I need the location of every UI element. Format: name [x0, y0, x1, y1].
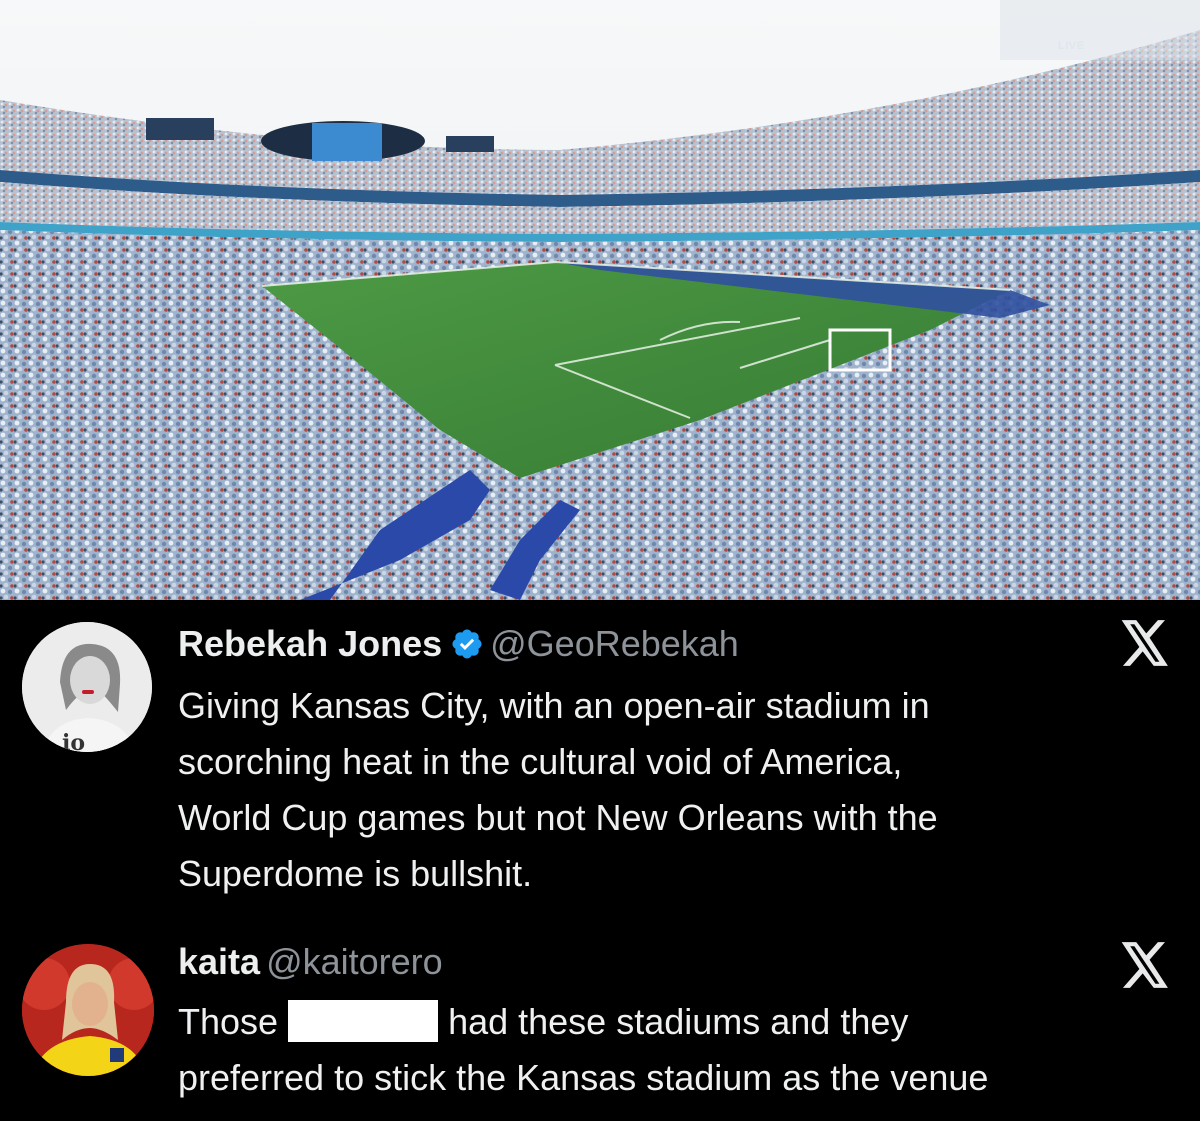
tweet-text-line: preferred to stick the Kansas stadium as… — [178, 1057, 989, 1098]
tweet-text-line: scorching heat in the cultural void of A… — [178, 741, 903, 782]
handle[interactable]: @GeoRebekah — [490, 623, 739, 664]
stadium-photo: LIVE — [0, 0, 1200, 600]
tweet[interactable]: kaita @kaitorero Those had these stadiums … — [0, 920, 1200, 1121]
tweet[interactable]: io Rebekah Jones @GeoRebekah Giving Kansa… — [0, 600, 1200, 900]
svg-text:io: io — [62, 730, 85, 752]
tweet-text: Those had these stadiums and they preferr… — [178, 994, 1178, 1106]
tweet-text-segment: Those — [178, 1001, 279, 1042]
x-logo-icon — [1121, 942, 1168, 988]
verified-badge-icon — [452, 629, 482, 659]
avatar[interactable] — [22, 944, 154, 1076]
display-name[interactable]: Rebekah Jones — [178, 623, 442, 664]
tweet-text-line: World Cup games but not New Orleans with… — [178, 797, 938, 838]
display-name[interactable]: kaita — [178, 941, 260, 982]
handle[interactable]: @kaitorero — [266, 941, 443, 982]
x-logo-icon — [1121, 620, 1168, 666]
tweet-header: Rebekah Jones @GeoRebekah — [178, 622, 739, 666]
tweet-text-segment: had these stadiums and they — [448, 1001, 909, 1042]
avatar[interactable]: io — [22, 622, 152, 752]
tweet-text-line: Those had these stadiums and they — [178, 994, 1178, 1050]
redaction-box — [288, 1000, 439, 1042]
live-badge: LIVE — [1058, 40, 1085, 52]
tweet-text-line: Giving Kansas City, with an open-air sta… — [178, 685, 930, 726]
tweet-text-line: Superdome is bullshit. — [178, 853, 533, 894]
tweet-header: kaita @kaitorero — [178, 940, 443, 984]
tweet-text: Giving Kansas City, with an open-air sta… — [178, 678, 1178, 902]
